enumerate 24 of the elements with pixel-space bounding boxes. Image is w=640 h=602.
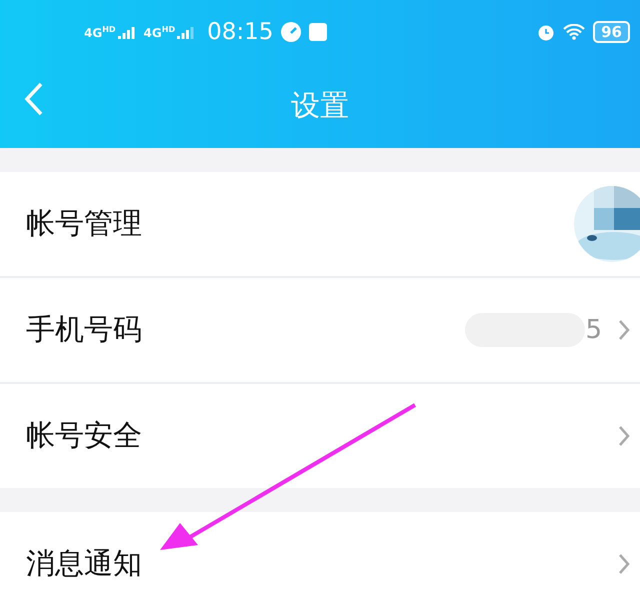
alarm-icon — [537, 23, 556, 41]
signal-label: 4G$^{HD}$ — [84, 26, 116, 38]
gauge-icon — [281, 22, 302, 42]
row-label: 帐号安全 — [26, 417, 143, 454]
signal-bars-icon — [177, 26, 196, 38]
chevron-icon — [618, 425, 630, 447]
app-icon — [309, 23, 328, 41]
signal-label: 4G$^{HD}$ — [144, 26, 176, 38]
page-title: 设置 — [291, 87, 349, 124]
row-label: 手机号码 — [26, 311, 143, 348]
settings-row[interactable]: 手机号码 5 — [0, 278, 640, 384]
battery-level: 96 — [593, 21, 630, 43]
chevron-icon — [618, 319, 630, 341]
clock-time: 08:15 — [207, 19, 274, 45]
wifi-icon — [563, 24, 586, 40]
row-label: 帐号管理 — [26, 205, 143, 242]
row-label: 消息通知 — [26, 545, 143, 582]
chevron-icon — [618, 553, 630, 575]
settings-row[interactable]: 消息通知 — [0, 512, 640, 602]
signal-bars-icon — [118, 26, 136, 38]
row-value: 5 — [585, 315, 602, 345]
back-icon[interactable] — [24, 82, 44, 116]
settings-row[interactable]: 帐号安全 — [0, 384, 640, 488]
settings-row[interactable]: 帐号管理 — [0, 172, 640, 278]
